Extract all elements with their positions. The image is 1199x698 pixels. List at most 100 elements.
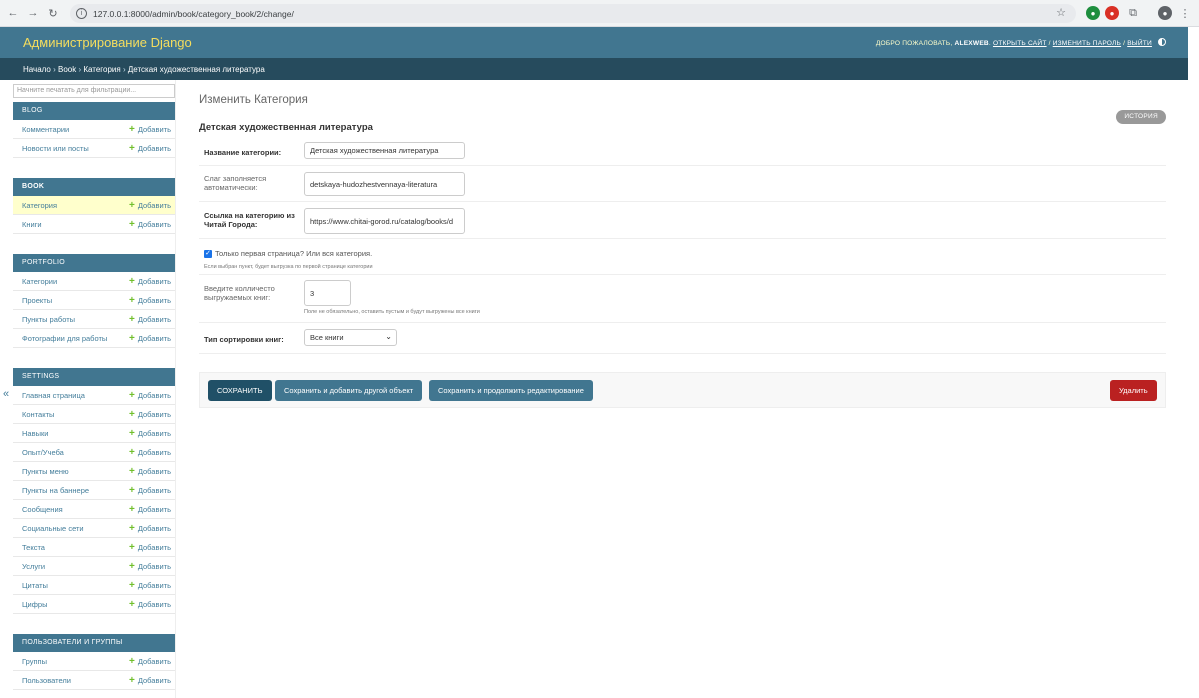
add-link-label: Добавить: [137, 599, 171, 609]
chevron-down-icon: ⌄: [385, 332, 392, 341]
add-link[interactable]: + Добавить: [129, 409, 171, 420]
nav-filter-input[interactable]: Начните печатать для фильтрации...: [13, 84, 175, 98]
sidebar-item-link[interactable]: Группы: [22, 657, 47, 666]
add-link[interactable]: + Добавить: [129, 466, 171, 477]
theme-toggle-icon[interactable]: [1158, 38, 1166, 46]
sidebar-item-link[interactable]: Категории: [22, 277, 57, 286]
back-icon[interactable]: ←: [3, 3, 23, 23]
toggle-sidebar-icon[interactable]: «: [3, 388, 9, 400]
add-link[interactable]: + Добавить: [129, 599, 171, 610]
address-bar[interactable]: i 127.0.0.1:8000/admin/book/category_boo…: [70, 4, 1076, 23]
module-caption[interactable]: SETTINGS: [13, 368, 175, 386]
breadcrumb-app[interactable]: Book: [58, 65, 76, 74]
save-add-another-button[interactable]: Сохранить и добавить другой объект: [275, 380, 423, 401]
history-button[interactable]: ИСТОРИЯ: [1116, 110, 1166, 124]
add-link[interactable]: + Добавить: [129, 542, 171, 553]
link-field[interactable]: https://www.chitai-gorod.ru/catalog/book…: [304, 208, 465, 234]
add-link[interactable]: + Добавить: [129, 523, 171, 534]
sidebar-item-link[interactable]: Цитаты: [22, 581, 48, 590]
module-caption[interactable]: PORTFOLIO: [13, 254, 175, 272]
change-password-link[interactable]: ИЗМЕНИТЬ ПАРОЛЬ: [1053, 40, 1121, 47]
reload-icon[interactable]: ↻: [43, 3, 63, 23]
add-link[interactable]: + Добавить: [129, 333, 171, 344]
save-button[interactable]: СОХРАНИТЬ: [208, 380, 272, 401]
bookmark-star-icon[interactable]: ☆: [1056, 6, 1066, 19]
module-gap: [13, 614, 175, 630]
site-info-icon[interactable]: i: [76, 8, 87, 19]
breadcrumb-home[interactable]: Начало: [23, 65, 51, 74]
site-branding[interactable]: Администрирование Django: [23, 35, 192, 50]
count-label: Введите колличесто выгружаемых книг:: [204, 284, 275, 302]
sidebar-item-link[interactable]: Текста: [22, 543, 45, 552]
sidebar-item-link[interactable]: Услуги: [22, 562, 45, 571]
sort-select[interactable]: Все книги ⌄: [304, 329, 397, 346]
slug-field[interactable]: detskaya-hudozhestvennaya-literatura: [304, 172, 465, 196]
add-link[interactable]: + Добавить: [129, 561, 171, 572]
sidebar-item-link[interactable]: Цифры: [22, 600, 47, 609]
sidebar-item-link[interactable]: Пункты на баннере: [22, 486, 89, 495]
sidebar-item-link[interactable]: Главная страница: [22, 391, 85, 400]
sidebar-item-link[interactable]: Пункты работы: [22, 315, 75, 324]
browser-menu-icon[interactable]: ⋮: [1178, 6, 1192, 20]
breadcrumb-model[interactable]: Категория: [83, 65, 120, 74]
add-link[interactable]: + Добавить: [129, 447, 171, 458]
add-link[interactable]: + Добавить: [129, 675, 171, 686]
sidebar-item-link[interactable]: Фотографии для работы: [22, 334, 107, 343]
extensions-puzzle-icon[interactable]: ⧉: [1126, 6, 1140, 20]
shield-extension-icon[interactable]: ●: [1086, 6, 1100, 20]
name-field[interactable]: Детская художественная литература: [304, 142, 465, 159]
sidebar-item-link[interactable]: Сообщения: [22, 505, 63, 514]
add-link[interactable]: + Добавить: [129, 219, 171, 230]
add-link[interactable]: + Добавить: [129, 295, 171, 306]
sidebar-item-link[interactable]: Комментарии: [22, 125, 69, 134]
sidebar-item-link[interactable]: Новости или посты: [22, 144, 89, 153]
sidebar-item: Комментарии + Добавить: [13, 120, 175, 139]
add-link[interactable]: + Добавить: [129, 314, 171, 325]
sidebar-item-link[interactable]: Навыки: [22, 429, 48, 438]
logout-link[interactable]: ВЫЙТИ: [1127, 40, 1152, 47]
module-caption[interactable]: BOOK: [13, 178, 175, 196]
add-link[interactable]: + Добавить: [129, 276, 171, 287]
sidebar-item: Книги + Добавить: [13, 215, 175, 234]
sidebar-item-link[interactable]: Опыт/Учеба: [22, 448, 64, 457]
form-row-sort: Тип сортировки книг: Все книги ⌄: [199, 323, 1166, 354]
breadcrumb-separator: ›: [120, 65, 128, 74]
sidebar-item: Пользователи + Добавить: [13, 671, 175, 690]
delete-button[interactable]: Удалить: [1110, 380, 1157, 401]
sidebar-item-link[interactable]: Пользователи: [22, 676, 71, 685]
add-link[interactable]: + Добавить: [129, 428, 171, 439]
add-link[interactable]: + Добавить: [129, 143, 171, 154]
first-page-checkbox[interactable]: ✓: [204, 250, 212, 258]
browser-toolbar: ← → ↻ i 127.0.0.1:8000/admin/book/catego…: [0, 0, 1199, 27]
breadcrumb-object: Детская художественная литература: [127, 65, 265, 74]
sidebar-item-link[interactable]: Категория: [22, 201, 57, 210]
add-link[interactable]: + Добавить: [129, 485, 171, 496]
plus-icon: +: [129, 313, 135, 325]
profile-avatar-icon[interactable]: ●: [1158, 6, 1172, 20]
address-url: 127.0.0.1:8000/admin/book/category_book/…: [93, 8, 294, 19]
count-field[interactable]: 3: [304, 280, 351, 306]
forward-icon[interactable]: →: [23, 3, 43, 23]
add-link[interactable]: + Добавить: [129, 656, 171, 667]
module-caption[interactable]: ПОЛЬЗОВАТЕЛИ И ГРУППЫ: [13, 634, 175, 652]
view-site-link[interactable]: ОТКРЫТЬ САЙТ: [993, 40, 1047, 47]
sidebar-item-link[interactable]: Проекты: [22, 296, 52, 305]
add-link-label: Добавить: [137, 561, 171, 571]
module-caption[interactable]: BLOG: [13, 102, 175, 120]
add-link[interactable]: + Добавить: [129, 580, 171, 591]
sidebar-item-link[interactable]: Социальные сети: [22, 524, 84, 533]
add-link[interactable]: + Добавить: [129, 504, 171, 515]
add-link[interactable]: + Добавить: [129, 200, 171, 211]
sidebar-item-link[interactable]: Контакты: [22, 410, 54, 419]
sidebar-item-link[interactable]: Книги: [22, 220, 42, 229]
add-link-label: Добавить: [137, 276, 171, 286]
sidebar-item: Пункты меню + Добавить: [13, 462, 175, 481]
add-link-label: Добавить: [137, 542, 171, 552]
adblock-extension-icon[interactable]: ●: [1105, 6, 1119, 20]
save-continue-button[interactable]: Сохранить и продолжить редактирование: [429, 380, 593, 401]
add-link[interactable]: + Добавить: [129, 124, 171, 135]
add-link[interactable]: + Добавить: [129, 390, 171, 401]
plus-icon: +: [129, 674, 135, 686]
sidebar-item-link[interactable]: Пункты меню: [22, 467, 69, 476]
sort-label: Тип сортировки книг:: [204, 335, 284, 344]
